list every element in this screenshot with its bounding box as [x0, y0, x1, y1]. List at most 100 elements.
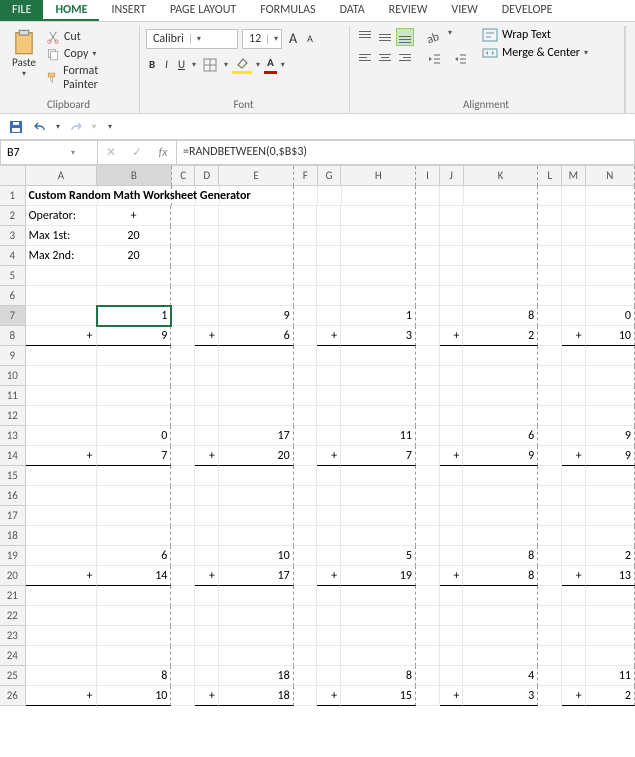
increase-indent-button[interactable]: [450, 50, 470, 68]
cell-L2[interactable]: [538, 206, 562, 226]
cell-G1[interactable]: [318, 186, 342, 206]
cell-A19[interactable]: [26, 546, 97, 566]
cell-J15[interactable]: [440, 466, 464, 486]
cell-K16[interactable]: [463, 486, 538, 506]
cell-I8[interactable]: [416, 326, 440, 346]
name-box[interactable]: B7 ▾: [0, 140, 98, 165]
underline-button[interactable]: U: [175, 56, 188, 73]
cell-L13[interactable]: [538, 426, 562, 446]
cell-G9[interactable]: [317, 346, 341, 366]
cell-D23[interactable]: [195, 626, 219, 646]
cell-E6[interactable]: [219, 286, 294, 306]
cell-D10[interactable]: [195, 366, 219, 386]
cell-C17[interactable]: [171, 506, 195, 526]
cell-F7[interactable]: [294, 306, 318, 326]
row-header-6[interactable]: 6: [0, 286, 26, 306]
tab-view[interactable]: VIEW: [439, 0, 489, 21]
cell-B9[interactable]: [97, 346, 172, 366]
col-header-I[interactable]: I: [416, 166, 440, 186]
cell-D9[interactable]: [195, 346, 219, 366]
cell-I5[interactable]: [416, 266, 440, 286]
cell-N3[interactable]: [586, 226, 635, 246]
cell-I13[interactable]: [416, 426, 440, 446]
cell-K8[interactable]: 2: [463, 326, 538, 346]
cell-N23[interactable]: [586, 626, 635, 646]
cell-B15[interactable]: [97, 466, 172, 486]
cell-A11[interactable]: [26, 386, 97, 406]
cell-A18[interactable]: [26, 526, 97, 546]
cell-I9[interactable]: [416, 346, 440, 366]
cell-I15[interactable]: [416, 466, 440, 486]
cell-H20[interactable]: 19: [341, 566, 416, 586]
cell-H26[interactable]: 15: [341, 686, 416, 706]
cell-M2[interactable]: [562, 206, 586, 226]
row-header-7[interactable]: 7: [0, 306, 26, 326]
cell-C23[interactable]: [171, 626, 195, 646]
cell-N15[interactable]: [586, 466, 635, 486]
cell-H11[interactable]: [341, 386, 416, 406]
cell-A1[interactable]: Custom Random Math Worksheet Generator: [26, 186, 98, 206]
cell-D25[interactable]: [195, 666, 219, 686]
cell-I20[interactable]: [416, 566, 440, 586]
cell-G15[interactable]: [317, 466, 341, 486]
cell-B21[interactable]: [97, 586, 172, 606]
cell-I18[interactable]: [416, 526, 440, 546]
fill-color-button[interactable]: [232, 55, 252, 74]
cell-A16[interactable]: [26, 486, 97, 506]
cell-G6[interactable]: [317, 286, 341, 306]
cell-E24[interactable]: [219, 646, 294, 666]
row-header-26[interactable]: 26: [0, 686, 26, 706]
cell-K6[interactable]: [463, 286, 538, 306]
cell-I22[interactable]: [416, 606, 440, 626]
cell-A4[interactable]: Max 2nd:: [26, 246, 97, 266]
cell-D24[interactable]: [195, 646, 219, 666]
cell-E25[interactable]: 18: [219, 666, 294, 686]
wrap-text-button[interactable]: Wrap Text: [482, 28, 588, 42]
cell-E9[interactable]: [219, 346, 294, 366]
cell-L8[interactable]: [538, 326, 562, 346]
cell-G13[interactable]: [317, 426, 341, 446]
cell-L11[interactable]: [538, 386, 562, 406]
cell-F13[interactable]: [294, 426, 318, 446]
cell-D12[interactable]: [195, 406, 219, 426]
cell-B4[interactable]: 20: [97, 246, 172, 266]
col-header-A[interactable]: A: [26, 166, 97, 186]
cell-K13[interactable]: 6: [463, 426, 538, 446]
cell-K2[interactable]: [463, 206, 538, 226]
cell-M24[interactable]: [562, 646, 586, 666]
cell-M25[interactable]: [562, 666, 586, 686]
cell-J8[interactable]: +: [440, 326, 464, 346]
col-header-J[interactable]: J: [440, 166, 464, 186]
cell-C18[interactable]: [171, 526, 195, 546]
row-header-18[interactable]: 18: [0, 526, 26, 546]
cell-K20[interactable]: 8: [463, 566, 538, 586]
cell-I2[interactable]: [416, 206, 440, 226]
cell-L16[interactable]: [538, 486, 562, 506]
cell-B25[interactable]: 8: [97, 666, 172, 686]
cell-C11[interactable]: [171, 386, 195, 406]
cell-F5[interactable]: [294, 266, 318, 286]
cell-C4[interactable]: [171, 246, 195, 266]
cell-A26[interactable]: +: [26, 686, 97, 706]
cell-M18[interactable]: [562, 526, 586, 546]
cell-F18[interactable]: [294, 526, 318, 546]
cell-N13[interactable]: 9: [586, 426, 635, 446]
cell-L20[interactable]: [538, 566, 562, 586]
cell-K24[interactable]: [463, 646, 538, 666]
cell-J17[interactable]: [440, 506, 464, 526]
font-size-select[interactable]: 12▾: [242, 29, 282, 49]
cell-L17[interactable]: [538, 506, 562, 526]
row-header-8[interactable]: 8: [0, 326, 26, 346]
cell-M21[interactable]: [562, 586, 586, 606]
cell-J9[interactable]: [440, 346, 464, 366]
cell-K21[interactable]: [463, 586, 538, 606]
cell-L19[interactable]: [538, 546, 562, 566]
cell-A22[interactable]: [26, 606, 97, 626]
cell-M20[interactable]: +: [562, 566, 586, 586]
cell-D15[interactable]: [195, 466, 219, 486]
accept-formula-button[interactable]: ✓: [124, 145, 150, 160]
orientation-drop-icon[interactable]: ▾: [448, 28, 452, 46]
align-right-button[interactable]: [396, 48, 414, 66]
cell-J16[interactable]: [440, 486, 464, 506]
cell-N7[interactable]: 0: [586, 306, 635, 326]
